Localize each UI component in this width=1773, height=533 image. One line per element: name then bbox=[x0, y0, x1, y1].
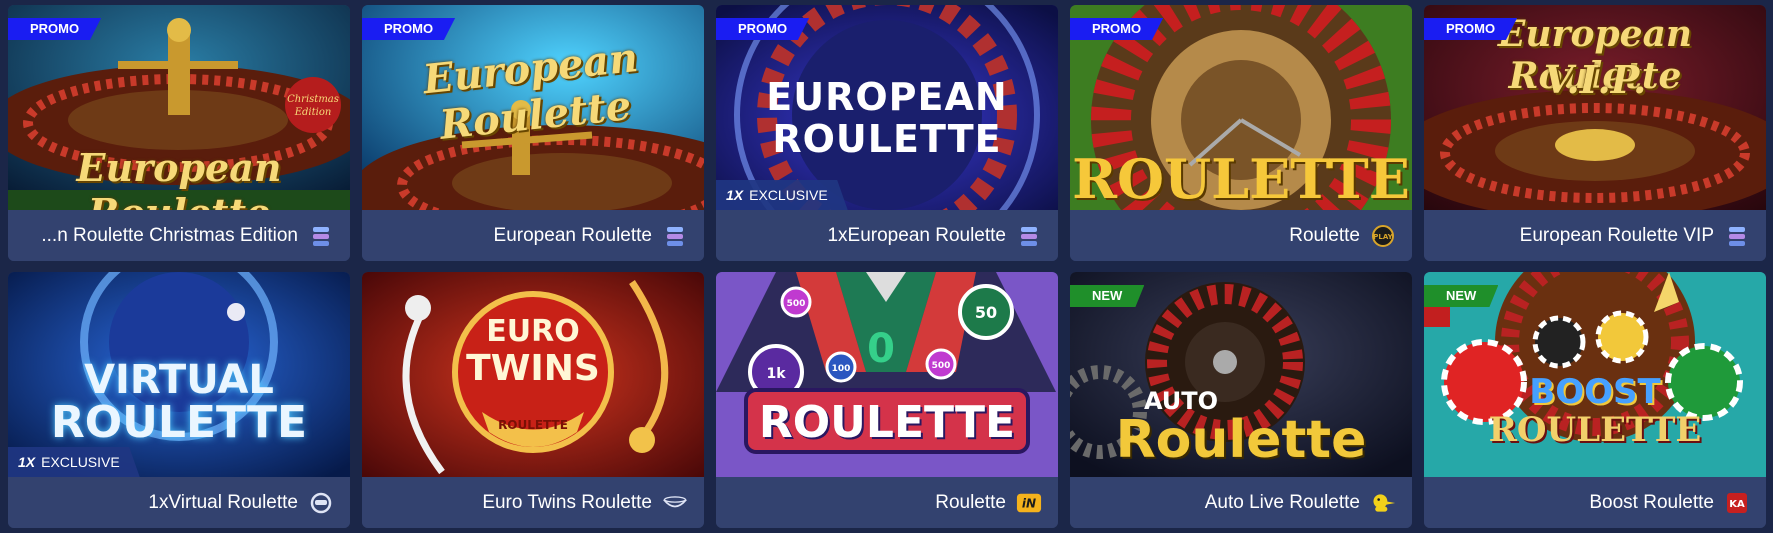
game-card-roulette-play[interactable]: ROULETTE PROMO Roulette PLAY bbox=[1070, 5, 1412, 261]
game-caption: 1xEuropean Roulette bbox=[716, 210, 1058, 261]
game-title: Roulette bbox=[1289, 224, 1360, 246]
chip-value: 500 bbox=[787, 299, 806, 309]
game-card-euro-twins-roulette[interactable]: EURO TWINS ROULETTE Euro Twins Roulette bbox=[362, 272, 704, 528]
provider-stack-icon bbox=[308, 223, 334, 249]
game-card-european-roulette-christmas[interactable]: Christmas Edition European Roulette PROM… bbox=[8, 5, 350, 261]
game-thumbnail[interactable]: 0 500 50 1k 100 500 ROULETTE bbox=[716, 272, 1058, 477]
in-logo-icon: iN bbox=[1016, 490, 1042, 516]
game-card-european-roulette-vip[interactable]: European Roulette V.I.P. PROMO European … bbox=[1424, 5, 1766, 261]
art-line1-text: EUROPEAN bbox=[766, 75, 1008, 119]
game-thumbnail[interactable]: VIRTUAL ROULETTE 1X EXCLUSIVE bbox=[8, 272, 350, 477]
exclusive-text: EXCLUSIVE bbox=[749, 187, 828, 203]
game-title: 1xEuropean Roulette bbox=[827, 224, 1006, 246]
chip-value: 1k bbox=[766, 366, 786, 382]
promo-badge: PROMO bbox=[716, 18, 810, 40]
game-title: 1xVirtual Roulette bbox=[148, 491, 298, 513]
art-line1-text: EURO bbox=[486, 314, 580, 349]
game-thumbnail[interactable]: BOOST ROULETTE NEW bbox=[1424, 272, 1766, 477]
game-caption: 1xVirtual Roulette bbox=[8, 477, 350, 528]
art-sub-text: ROULETTE bbox=[498, 418, 568, 432]
promo-badge: PROMO bbox=[1424, 18, 1518, 40]
provider-text: iN bbox=[1022, 496, 1036, 510]
game-caption: European Roulette bbox=[362, 210, 704, 261]
art-line2-text: TWINS bbox=[466, 348, 600, 389]
new-badge: NEW bbox=[1070, 285, 1145, 307]
art-logo-text: ROULETTE bbox=[758, 397, 1016, 448]
chip-value: 500 bbox=[932, 361, 951, 371]
game-caption: Roulette PLAY bbox=[1070, 210, 1412, 261]
provider-stack-icon bbox=[662, 223, 688, 249]
art-logo-text: ROULETTE bbox=[1072, 147, 1410, 210]
art-logo-text: European Roulette bbox=[76, 145, 282, 210]
game-thumbnail[interactable]: EUROPEAN ROULETTE PROMO 1X EXCLUSIVE bbox=[716, 5, 1058, 210]
promo-badge: PROMO bbox=[362, 18, 456, 40]
game-title: Euro Twins Roulette bbox=[482, 491, 652, 513]
game-title: Auto Live Roulette bbox=[1204, 491, 1360, 513]
helmet-icon bbox=[308, 490, 334, 516]
game-caption: ...n Roulette Christmas Edition bbox=[8, 210, 350, 261]
game-thumbnail[interactable]: European Roulette V.I.P. PROMO bbox=[1424, 5, 1766, 210]
game-title: Boost Roulette bbox=[1589, 491, 1714, 513]
art-sub-text: Christmas bbox=[287, 94, 339, 105]
game-thumbnail[interactable]: European Roulette PROMO bbox=[362, 5, 704, 210]
game-card-boost-roulette[interactable]: BOOST ROULETTE NEW Boost Roulette KA bbox=[1424, 272, 1766, 528]
game-card-1x-european-roulette[interactable]: EUROPEAN ROULETTE PROMO 1X EXCLUSIVE 1xEu… bbox=[716, 5, 1058, 261]
game-caption: Auto Live Roulette bbox=[1070, 477, 1412, 528]
new-badge: NEW bbox=[1424, 285, 1499, 307]
duck-icon bbox=[1370, 490, 1396, 516]
game-caption: Boost Roulette KA bbox=[1424, 477, 1766, 528]
game-caption: European Roulette VIP bbox=[1424, 210, 1766, 261]
provider-text: PLAY bbox=[1373, 233, 1393, 241]
art-line2-text: ROULETTE bbox=[50, 397, 308, 448]
exclusive-brand: 1X bbox=[18, 454, 36, 470]
chip-value: 50 bbox=[975, 303, 997, 322]
game-thumbnail[interactable]: AUTO Roulette NEW bbox=[1070, 272, 1412, 477]
game-title: European Roulette bbox=[493, 224, 652, 246]
game-card-1x-virtual-roulette[interactable]: VIRTUAL ROULETTE 1X EXCLUSIVE 1xVirtual R… bbox=[8, 272, 350, 528]
ka-logo-icon: KA bbox=[1724, 490, 1750, 516]
game-title: ...n Roulette Christmas Edition bbox=[41, 224, 298, 246]
bowl-icon bbox=[662, 490, 688, 516]
game-thumbnail[interactable]: Christmas Edition European Roulette PROM… bbox=[8, 5, 350, 210]
exclusive-text: EXCLUSIVE bbox=[41, 454, 120, 470]
exclusive-label: 1X EXCLUSIVE bbox=[8, 447, 140, 477]
art-sub-text: V.I.P. bbox=[1543, 57, 1647, 102]
provider-stack-icon bbox=[1724, 223, 1750, 249]
game-title: European Roulette VIP bbox=[1519, 224, 1714, 246]
game-card-european-roulette[interactable]: European Roulette PROMO European Roulett… bbox=[362, 5, 704, 261]
game-thumbnail[interactable]: EURO TWINS ROULETTE bbox=[362, 272, 704, 477]
play-medal-icon: PLAY bbox=[1370, 223, 1396, 249]
promo-badge: PROMO bbox=[8, 18, 102, 40]
art-line2-text: ROULETTE bbox=[1488, 410, 1702, 450]
chip-value: 100 bbox=[832, 364, 851, 374]
game-caption: Euro Twins Roulette bbox=[362, 477, 704, 528]
exclusive-label: 1X EXCLUSIVE bbox=[716, 180, 848, 210]
game-card-auto-live-roulette[interactable]: AUTO Roulette NEW Auto Live Roulette bbox=[1070, 272, 1412, 528]
promo-badge: PROMO bbox=[1070, 18, 1164, 40]
art-line2-text: Roulette bbox=[1115, 410, 1367, 470]
games-grid: Christmas Edition European Roulette PROM… bbox=[8, 5, 1766, 528]
provider-text: KA bbox=[1729, 499, 1745, 510]
svg-text:Edition: Edition bbox=[294, 107, 332, 118]
game-card-roulette-in[interactable]: 0 500 50 1k 100 500 ROULETTE Roulette iN bbox=[716, 272, 1058, 528]
svg-text:0: 0 bbox=[867, 326, 895, 372]
art-line1-text: BOOST bbox=[1529, 372, 1661, 412]
provider-stack-icon bbox=[1016, 223, 1042, 249]
game-title: Roulette bbox=[935, 491, 1006, 513]
art-line2-text: ROULETTE bbox=[772, 117, 1002, 161]
game-caption: Roulette iN bbox=[716, 477, 1058, 528]
exclusive-brand: 1X bbox=[726, 187, 744, 203]
game-thumbnail[interactable]: ROULETTE PROMO bbox=[1070, 5, 1412, 210]
